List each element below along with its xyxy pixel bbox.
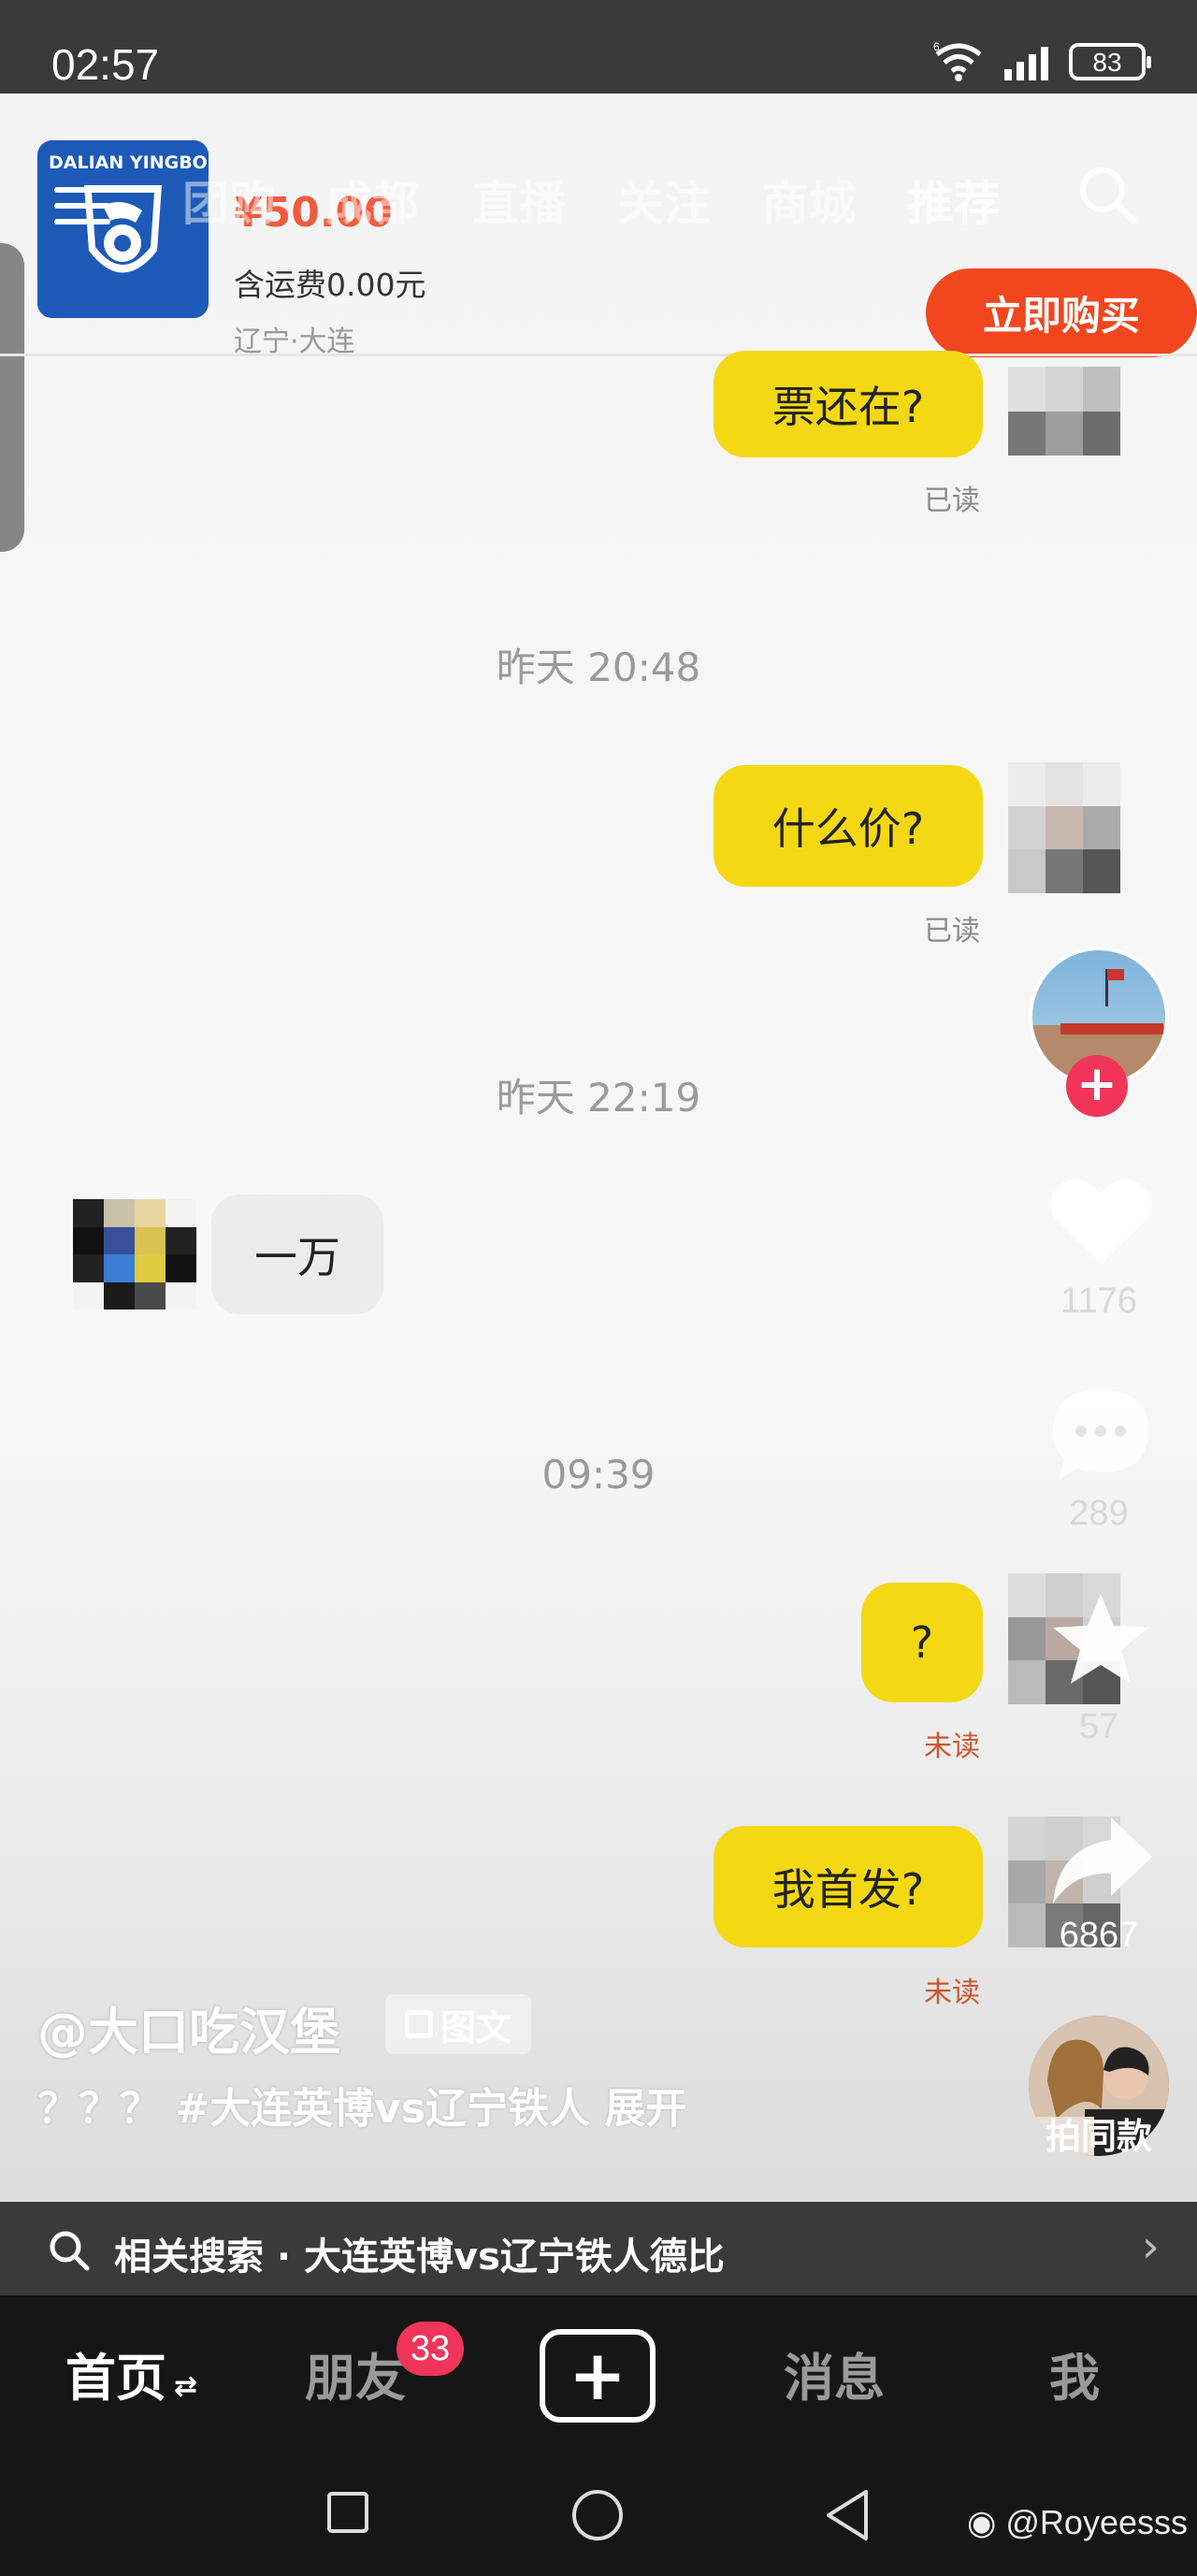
tab-friends[interactable]: 朋友 (305, 2337, 406, 2410)
search-icon[interactable] (1074, 161, 1141, 228)
tab-live[interactable]: 直播 (472, 166, 566, 234)
share-count: 6867 (1059, 1916, 1139, 1955)
same-style-label[interactable]: 拍同款 (1019, 2107, 1178, 2159)
image-text-icon (404, 2010, 433, 2038)
status-bar: 02:57 6 83 (0, 0, 1197, 94)
read-status: 已读 (924, 485, 980, 517)
create-button[interactable]: + (540, 2329, 656, 2423)
favorite-count: 57 (1078, 1707, 1119, 1746)
chat-timestamp: 09:39 (541, 1452, 656, 1498)
read-status: 已读 (924, 915, 980, 948)
watermark: ◉ @Royeesss (967, 2503, 1188, 2542)
battery-level: 83 (1092, 48, 1122, 77)
network-type: 6 (933, 41, 940, 53)
system-nav-bar: ◉ @Royeesss (0, 2454, 1197, 2576)
comment-count: 289 (1069, 1494, 1129, 1533)
like-count: 1176 (1060, 1281, 1137, 1321)
avatar (1008, 762, 1120, 893)
wifi-icon: 6 (933, 41, 982, 81)
card-divider (0, 354, 1197, 356)
tab-recommend[interactable]: 推荐 (907, 166, 1001, 234)
tab-messages[interactable]: 消息 (784, 2337, 885, 2410)
related-search-text: 相关搜索 · 大连英博vs辽宁铁人德比 (114, 2236, 725, 2279)
bottom-nav: 首页 ⇄ 朋友 33 + 消息 我 (0, 2295, 1197, 2454)
tab-city[interactable]: 成都 (325, 166, 419, 234)
search-icon (50, 2231, 90, 2271)
chat-timestamp: 昨天 22:19 (496, 1075, 701, 1121)
post-content[interactable]: DALIAN YINGBO ¥50.00 含运费0.00元 辽宁·大连 立即购买… (0, 94, 1197, 2202)
shipping-fee: 含运费0.00元 (234, 267, 426, 303)
battery-icon: 83 (1069, 43, 1151, 80)
weibo-icon: ◉ (966, 2503, 1006, 2541)
tab-mall[interactable]: 商城 (762, 166, 856, 234)
friends-badge: 33 (397, 2322, 464, 2376)
tab-following[interactable]: 关注 (617, 166, 711, 234)
post-type-badge: 图文 (385, 1994, 531, 2054)
star-icon[interactable] (1046, 1588, 1156, 1691)
share-icon[interactable] (1046, 1810, 1156, 1913)
tab-me[interactable]: 我 (1049, 2337, 1100, 2410)
tab-home[interactable]: 首页 ⇄ (65, 2337, 197, 2410)
clock: 02:57 (51, 40, 160, 89)
heart-icon[interactable] (1046, 1169, 1156, 1272)
avatar (1008, 367, 1120, 456)
plus-icon: + (568, 2336, 627, 2416)
edge-handle[interactable] (0, 243, 24, 552)
message-bubble: 票还在? (714, 351, 983, 457)
avatar (73, 1199, 196, 1310)
signal-icon (1004, 43, 1048, 80)
buy-now-button[interactable]: 立即购买 (926, 268, 1197, 357)
badge-label: 图文 (440, 2006, 512, 2048)
tab-home-label: 首页 (65, 2349, 166, 2408)
chat-timestamp: 昨天 20:48 (496, 644, 701, 690)
refresh-arrows-icon: ⇄ (174, 2370, 198, 2403)
back-icon[interactable] (823, 2488, 872, 2542)
watermark-text: @Royeesss (1005, 2503, 1188, 2541)
status-icons: 6 83 (933, 41, 1151, 82)
tab-group-buy[interactable]: 团购 (182, 166, 276, 234)
related-search-bar[interactable]: 相关搜索 · 大连英博vs辽宁铁人德比 › (0, 2202, 1197, 2295)
home-icon[interactable] (570, 2488, 625, 2542)
follow-button[interactable]: + (1066, 1055, 1128, 1117)
unread-status: 未读 (924, 1976, 980, 2009)
menu-icon[interactable] (54, 187, 110, 243)
recents-icon[interactable] (325, 2490, 370, 2535)
message-bubble: ? (861, 1583, 983, 1702)
chevron-right-icon: › (1141, 2221, 1160, 2273)
unread-status: 未读 (924, 1730, 980, 1763)
message-bubble: 一万 (211, 1194, 383, 1314)
post-description[interactable]: ？？？ #大连英博vs辽宁铁人 展开 (37, 2075, 686, 2135)
message-bubble: 我首发? (714, 1826, 983, 1947)
message-bubble: 什么价? (714, 765, 983, 887)
comment-icon[interactable] (1046, 1382, 1156, 1485)
author-name[interactable]: @大口吃汉堡 (37, 1990, 340, 2064)
